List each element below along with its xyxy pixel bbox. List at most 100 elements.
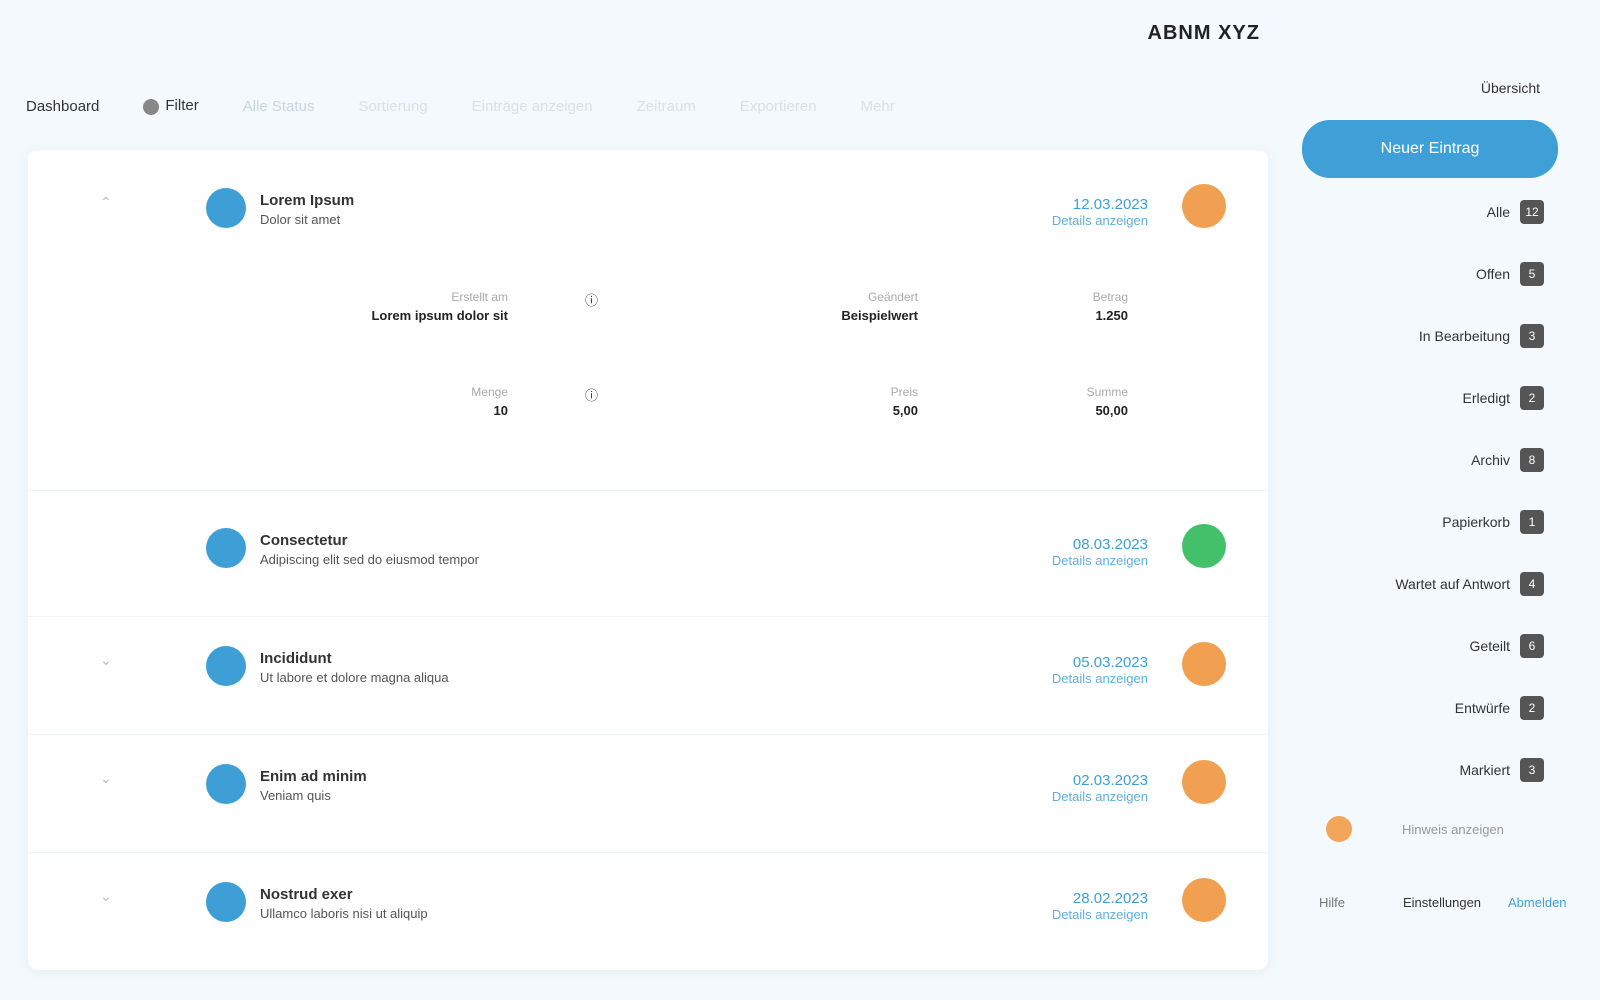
count-badge: 2	[1520, 386, 1544, 410]
tab-filter[interactable]: Filter	[137, 89, 204, 122]
entry-details-link: Details anzeigen	[1051, 553, 1148, 568]
footer-note[interactable]: Hinweis anzeigen	[1402, 822, 1504, 837]
detail-value: 5,00	[892, 403, 918, 418]
entry-subtitle: Dolor sit amet	[260, 212, 341, 227]
detail-label: Preis	[890, 385, 918, 399]
detail-cell: Menge 10	[268, 385, 508, 418]
info-icon[interactable]: ⓘ	[568, 385, 598, 404]
entry-avatar	[206, 528, 246, 568]
entry-date: 08.03.2023	[1072, 536, 1148, 553]
count-badge: 3	[1520, 324, 1544, 348]
entry-avatar	[206, 646, 246, 686]
entry-title: Nostrud exer	[260, 886, 353, 903]
entry-title: Incididunt	[260, 650, 332, 667]
status-indicator-ok	[1182, 524, 1226, 568]
entry-link[interactable]: 02.03.2023 Details anzeigen	[1052, 772, 1148, 804]
status-indicator-pending	[1182, 642, 1226, 686]
expand-icon[interactable]: ⌄	[100, 652, 112, 669]
main-list-panel: ⌃ Lorem Ipsum Dolor sit amet 12.03.2023 D…	[28, 150, 1268, 970]
new-entry-button[interactable]: Neuer Eintrag	[1302, 120, 1558, 178]
count-badge: 8	[1520, 448, 1544, 472]
app-window: ABNM XYZ Dashboard Filter Alle Status So…	[0, 0, 1600, 1000]
detail-value: 1.250	[1095, 308, 1128, 323]
tab-period[interactable]: Zeitraum	[631, 90, 702, 123]
detail-label: Geändert	[867, 290, 918, 304]
entry-subtitle: Ut labore et dolore magna aliqua	[260, 670, 449, 685]
sidebar-item-trash[interactable]: Papierkorb 1	[1442, 508, 1544, 536]
detail-label: Summe	[1086, 385, 1128, 399]
sidebar-title: Übersicht	[1480, 80, 1540, 96]
entry-link[interactable]: 28.02.2023 Details anzeigen	[1052, 890, 1148, 922]
count-badge: 2	[1520, 696, 1544, 720]
list-item[interactable]: Consectetur Adipiscing elit sed do eiusm…	[28, 510, 1268, 617]
count-badge: 12	[1520, 200, 1544, 224]
sidebar: Übersicht Neuer Eintrag Alle 12 Offen 5 In…	[1284, 0, 1600, 1000]
status-indicator-pending	[1182, 760, 1226, 804]
tab-export[interactable]: Exportieren	[734, 90, 823, 123]
entry-title: Lorem Ipsum	[260, 192, 355, 209]
sidebar-item-done[interactable]: Erledigt 2	[1463, 384, 1544, 412]
sidebar-item-drafts[interactable]: Entwürfe 2	[1455, 694, 1544, 722]
top-bar: ABNM XYZ	[0, 0, 1300, 72]
sidebar-item-label: Wartet auf Antwort	[1395, 576, 1510, 592]
sidebar-item-label: Papierkorb	[1442, 514, 1510, 530]
sidebar-item-label: Entwürfe	[1454, 700, 1510, 716]
count-badge: 6	[1520, 634, 1544, 658]
detail-value: Lorem ipsum dolor sit	[371, 308, 508, 323]
list-item[interactable]: ⌄ Incididunt Ut labore et dolore magna a…	[28, 628, 1268, 735]
logout-button[interactable]: Abmelden	[1502, 872, 1572, 932]
tab-entries[interactable]: Einträge anzeigen	[466, 90, 599, 123]
expand-icon[interactable]: ⌄	[100, 770, 112, 787]
sidebar-item-flagged[interactable]: Markiert 3	[1459, 756, 1544, 784]
sidebar-item-label: Offen	[1476, 266, 1510, 282]
entry-subtitle: Adipiscing elit sed do eiusmod tempor	[260, 552, 479, 567]
detail-label: Menge	[471, 385, 508, 399]
sidebar-item-waiting[interactable]: Wartet auf Antwort 4	[1395, 570, 1544, 598]
entry-subtitle: Veniam quis	[260, 788, 331, 803]
entry-avatar	[206, 764, 246, 804]
tab-more[interactable]: Mehr	[855, 90, 901, 123]
entry-link[interactable]: 12.03.2023 Details anzeigen	[1052, 196, 1148, 228]
entry-details-link: Details anzeigen	[1051, 213, 1148, 228]
account-label[interactable]: ABNM XYZ	[1148, 22, 1260, 45]
sidebar-footer: Hinweis anzeigen Hilfe Einstellungen Abm…	[1302, 816, 1572, 942]
detail-cell: Preis 5,00	[728, 385, 918, 418]
sidebar-item-label: Markiert	[1459, 762, 1510, 778]
count-badge: 4	[1520, 572, 1544, 596]
status-indicator-pending	[1182, 878, 1226, 922]
list-item[interactable]: ⌄ Nostrud exer Ullamco laboris nisi ut a…	[28, 864, 1268, 970]
sidebar-item-open[interactable]: Offen 5	[1476, 260, 1544, 288]
detail-cell: Betrag 1.250	[988, 290, 1128, 323]
tab-bar: Dashboard Filter Alle Status Sortierung …	[20, 84, 1280, 128]
detail-cell: Summe 50,00	[988, 385, 1128, 418]
info-icon[interactable]: ⓘ	[568, 290, 598, 309]
warning-icon[interactable]	[1326, 816, 1352, 842]
list-item[interactable]: ⌄ Enim ad minim Veniam quis 02.03.2023 De…	[28, 746, 1268, 853]
entry-date: 12.03.2023	[1072, 196, 1148, 213]
sidebar-item-in-progress[interactable]: In Bearbeitung 3	[1419, 322, 1544, 350]
collapse-icon[interactable]: ⌃	[100, 194, 112, 211]
detail-cell: Erstellt am Lorem ipsum dolor sit	[268, 290, 508, 323]
sidebar-item-all[interactable]: Alle 12	[1487, 198, 1544, 226]
tab-sort[interactable]: Sortierung	[352, 90, 433, 123]
tab-dashboard[interactable]: Dashboard	[20, 90, 105, 123]
tab-status[interactable]: Alle Status	[237, 90, 321, 123]
detail-value: 50,00	[1095, 403, 1128, 418]
detail-value: 10	[493, 403, 508, 418]
sidebar-item-label: Geteilt	[1469, 638, 1510, 654]
entry-date: 02.03.2023	[1072, 772, 1148, 789]
expand-icon[interactable]: ⌄	[100, 888, 112, 905]
help-button[interactable]: Hilfe	[1302, 872, 1362, 932]
sidebar-item-label: Alle	[1486, 204, 1510, 220]
sidebar-item-archive[interactable]: Archiv 8	[1471, 446, 1544, 474]
list-item[interactable]: ⌃ Lorem Ipsum Dolor sit amet 12.03.2023 D…	[28, 170, 1268, 491]
filter-icon	[143, 98, 160, 115]
entry-link[interactable]: 08.03.2023 Details anzeigen	[1052, 536, 1148, 568]
entry-avatar	[206, 188, 246, 228]
entry-link[interactable]: 05.03.2023 Details anzeigen	[1052, 654, 1148, 686]
entry-date: 28.02.2023	[1072, 890, 1148, 907]
detail-value: Beispielwert	[841, 308, 918, 323]
settings-button[interactable]: Einstellungen	[1392, 872, 1492, 932]
sidebar-item-shared[interactable]: Geteilt 6	[1470, 632, 1544, 660]
tab-filter-label: Filter	[165, 97, 199, 115]
